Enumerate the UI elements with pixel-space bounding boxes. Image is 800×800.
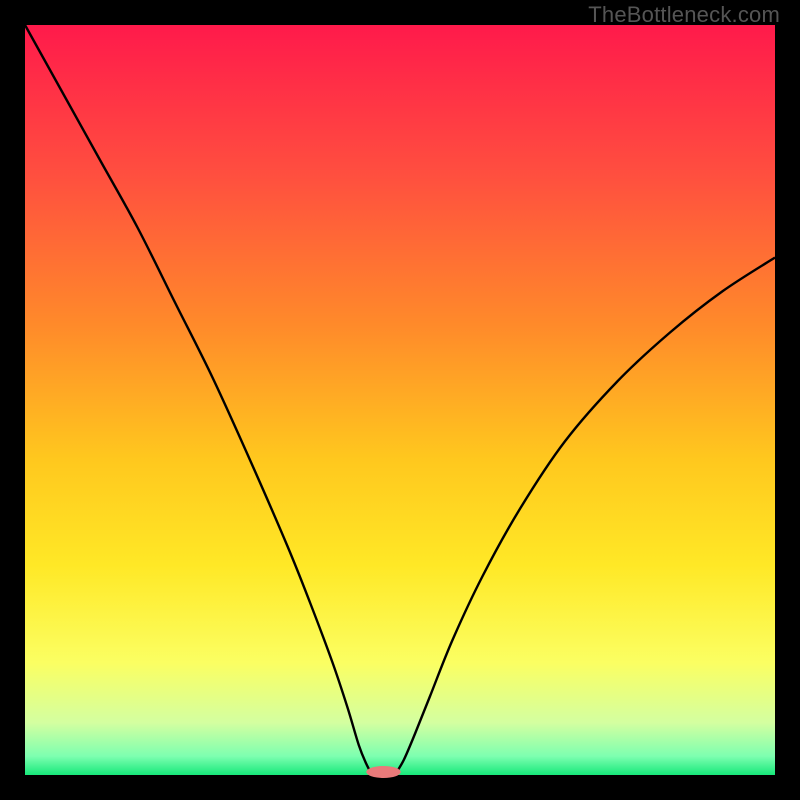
- min-marker: [366, 766, 401, 778]
- chart-frame: TheBottleneck.com: [0, 0, 800, 800]
- bottleneck-chart: [0, 0, 800, 800]
- plot-background: [25, 25, 775, 775]
- watermark-text: TheBottleneck.com: [588, 2, 780, 28]
